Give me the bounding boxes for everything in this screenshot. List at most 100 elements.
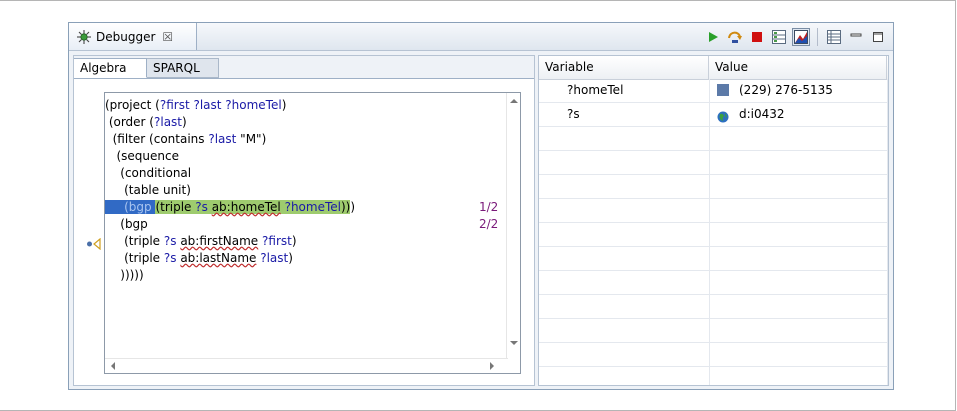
variables-panel: Variable Value ?homeTel (229) 276-5135 ?s d… — [538, 55, 889, 386]
code-line: (order (?last) — [105, 114, 509, 131]
view-toolbar — [704, 23, 887, 50]
debugger-view-tab[interactable]: Debugger ☒ — [69, 23, 197, 50]
code-text: (table unit) — [105, 182, 191, 199]
code-text: (conditional — [105, 165, 191, 182]
algebra-editor[interactable]: (project (?first ?last ?homeTel) (order … — [104, 92, 521, 374]
code-line: (table unit) — [105, 182, 509, 199]
debugger-view: Debugger ☒ Algebra SPARQL (project (?fir… — [68, 22, 894, 390]
algebra-code: (project (?first ?last ?homeTel) (order … — [105, 97, 509, 284]
variables-header: Variable Value — [539, 56, 888, 80]
variable-value: d:i0432 — [717, 103, 785, 125]
code-token: ) — [288, 251, 293, 265]
code-token: ?s — [163, 234, 177, 248]
stop-icon[interactable] — [748, 28, 766, 46]
code-line: ))))) — [105, 267, 509, 284]
variable-row[interactable] — [539, 247, 888, 271]
maximize-icon[interactable] — [869, 28, 887, 46]
code-token — [280, 200, 285, 214]
code-text: ))))) — [105, 267, 144, 284]
code-token: ?last — [260, 251, 289, 265]
code-text: (sequence — [105, 148, 179, 165]
variable-value-text: d:i0432 — [739, 107, 785, 121]
close-view-icon[interactable]: ☒ — [162, 30, 173, 44]
globe-icon — [717, 108, 729, 123]
code-token: ?first — [262, 234, 292, 248]
variable-value-text: (229) 276-5135 — [739, 83, 833, 97]
variable-row[interactable] — [539, 343, 888, 367]
column-header-value[interactable]: Value — [709, 56, 887, 79]
variable-row[interactable] — [539, 127, 888, 151]
step-over-icon[interactable] — [726, 28, 744, 46]
code-line: (bgp (triple ?s ab:homeTel ?homeTel))) 1/… — [105, 199, 509, 216]
variable-row[interactable] — [539, 295, 888, 319]
code-token: ) — [350, 200, 356, 214]
scroll-right-icon[interactable] — [490, 362, 494, 370]
code-token: (triple — [105, 251, 164, 265]
code-token: (filter (contains — [105, 132, 209, 146]
code-text: (filter (contains ?last "M") — [105, 131, 267, 148]
variable-value: (229) 276-5135 — [717, 79, 833, 101]
query-tabs: Algebra SPARQL — [74, 56, 534, 79]
tab-algebra[interactable]: Algebra — [74, 58, 147, 78]
variable-row[interactable] — [539, 319, 888, 343]
code-token: (triple — [105, 234, 164, 248]
code-text: (bgp (triple ?s ab:homeTel ?homeTel))) — [105, 199, 355, 216]
code-token: ) — [281, 98, 287, 112]
code-token: (conditional — [105, 166, 192, 180]
vertical-scrollbar[interactable] — [506, 93, 520, 359]
highlight-icon[interactable] — [792, 27, 810, 46]
algebra-panel: Algebra SPARQL (project (?first ?last ?h… — [73, 55, 535, 386]
code-token: ab:firstName — [180, 234, 259, 248]
code-line: (triple ?s ab:firstName ?first) — [105, 233, 509, 250]
code-token: (table unit) — [105, 183, 191, 197]
variable-name: ?homeTel — [567, 83, 624, 97]
variable-row[interactable] — [539, 271, 888, 295]
variable-row[interactable] — [539, 223, 888, 247]
code-text: (triple ?s ab:lastName ?last) — [105, 250, 293, 267]
code-token: (bgp — [105, 217, 148, 231]
current-step-marker-icon — [86, 237, 102, 251]
minimize-icon[interactable] — [847, 28, 865, 46]
code-token: ?first ?last ?homeTel — [159, 98, 282, 112]
variable-row[interactable] — [539, 151, 888, 175]
code-token: ?homeTel — [284, 200, 341, 214]
view-titlebar: Debugger ☒ — [69, 23, 893, 51]
code-token: ) — [182, 115, 187, 129]
table-icon[interactable] — [825, 28, 843, 46]
code-token: "M") — [236, 132, 267, 146]
code-text: (bgp — [105, 216, 148, 233]
toolbar-separator — [817, 27, 818, 46]
code-token: ab:lastName — [180, 251, 257, 265]
column-header-variable[interactable]: Variable — [539, 56, 709, 79]
code-token: (sequence — [105, 149, 179, 163]
solution-counter: 1/2 — [479, 200, 499, 214]
code-text: (triple ?s ab:firstName ?first) — [105, 233, 297, 250]
scroll-up-icon[interactable] — [510, 99, 518, 103]
tab-sparql[interactable]: SPARQL — [147, 58, 219, 78]
resume-icon[interactable] — [704, 28, 722, 46]
variable-row[interactable] — [539, 175, 888, 199]
code-token: ?s — [195, 200, 208, 214]
code-token: (bgp — [105, 200, 152, 214]
code-token: ) — [291, 234, 297, 248]
code-token: )) — [340, 200, 351, 214]
code-token: (triple — [155, 200, 196, 214]
literal-square-icon — [717, 84, 729, 96]
variable-row[interactable]: ?homeTel (229) 276-5135 — [539, 79, 888, 103]
code-token: ?last — [154, 115, 183, 129]
horizontal-scrollbar[interactable] — [105, 358, 508, 373]
layout-icon[interactable] — [770, 28, 788, 46]
variable-row[interactable] — [539, 199, 888, 223]
code-token: (project ( — [105, 98, 160, 112]
code-token: ))))) — [105, 268, 144, 282]
code-line: (project (?first ?last ?homeTel) — [105, 97, 509, 114]
code-text: (project (?first ?last ?homeTel) — [105, 97, 286, 114]
code-token: (order ( — [105, 115, 154, 129]
scroll-down-icon[interactable] — [510, 341, 518, 345]
view-title: Debugger — [96, 29, 156, 44]
scroll-left-icon[interactable] — [111, 362, 115, 370]
code-token: ?s — [163, 251, 177, 265]
code-line: (sequence — [105, 148, 509, 165]
solution-counter: 2/2 — [479, 217, 499, 231]
variable-row[interactable]: ?s d:i0432 — [539, 103, 888, 127]
